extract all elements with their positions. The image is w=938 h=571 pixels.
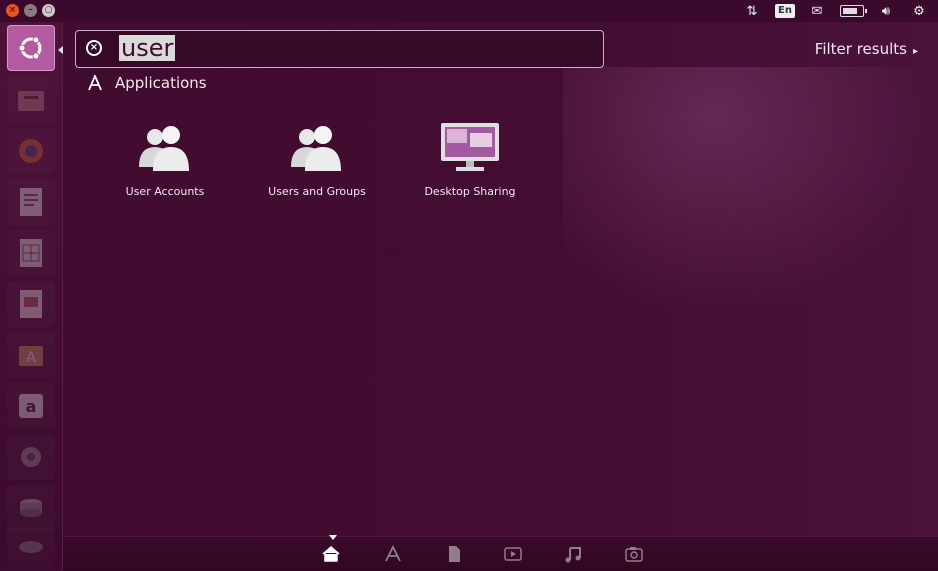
battery-shape <box>840 5 867 17</box>
language-label: En <box>775 4 795 18</box>
svg-text:a: a <box>26 397 37 416</box>
maximize-window-button[interactable]: ○ <box>42 4 55 17</box>
amazon-icon[interactable]: a <box>7 383 55 429</box>
result-users-and-groups[interactable]: Users and Groups <box>242 117 392 198</box>
desktop-sharing-icon <box>441 123 499 171</box>
launcher: A a <box>0 22 63 570</box>
applications-category-icon <box>88 75 102 91</box>
music-lens-icon[interactable] <box>564 545 582 563</box>
result-label: Users and Groups <box>268 185 366 198</box>
video-lens-icon[interactable] <box>504 545 522 563</box>
chevron-right-icon: ▸ <box>912 46 918 57</box>
lens-bar <box>63 535 938 571</box>
dash-glow <box>563 67 938 317</box>
photos-lens-icon[interactable] <box>625 545 643 563</box>
active-lens-indicator-icon <box>329 535 337 540</box>
svg-text:A: A <box>26 350 36 366</box>
ubuntu-logo-icon <box>18 36 42 60</box>
result-desktop-sharing[interactable]: Desktop Sharing <box>395 117 545 198</box>
users-icon <box>139 126 189 171</box>
software-center-icon[interactable]: A <box>7 332 55 378</box>
applications-lens-icon[interactable] <box>384 545 402 563</box>
gear-icon[interactable]: ⚙ <box>909 3 929 19</box>
home-lens-icon[interactable] <box>322 545 340 563</box>
filter-results-button[interactable]: Filter results ▸ <box>815 40 918 58</box>
mail-icon[interactable]: ✉ <box>807 3 827 19</box>
firefox-icon[interactable] <box>7 128 55 174</box>
settings-icon[interactable] <box>7 434 55 480</box>
applications-section-header: Applications <box>87 74 207 92</box>
result-user-accounts[interactable]: User Accounts <box>90 117 240 198</box>
search-input[interactable]: × user <box>75 30 604 68</box>
result-label: User Accounts <box>125 185 205 198</box>
calc-icon[interactable] <box>7 230 55 276</box>
clear-search-icon[interactable]: × <box>86 40 102 56</box>
top-panel: × – ○ ⇅ En ✉ 🔊︎ ⚙ <box>0 0 938 23</box>
dash-panel: × user Filter results ▸ Applications User… <box>63 22 938 570</box>
disks-icon[interactable] <box>7 485 55 531</box>
writer-icon[interactable] <box>7 179 55 225</box>
close-window-button[interactable]: × <box>6 4 19 17</box>
ubuntu-logo-button[interactable] <box>7 25 55 71</box>
language-indicator[interactable]: En <box>773 3 797 19</box>
section-title: Applications <box>115 74 207 92</box>
filter-results-label: Filter results <box>814 40 907 58</box>
search-query[interactable]: user <box>119 35 176 61</box>
files-icon[interactable] <box>7 77 55 123</box>
minimize-window-button[interactable]: – <box>24 4 37 17</box>
files-lens-icon[interactable] <box>445 545 463 563</box>
battery-icon[interactable] <box>837 3 867 19</box>
trash-icon[interactable] <box>7 527 55 567</box>
users-icon <box>291 126 341 171</box>
impress-icon[interactable] <box>7 281 55 327</box>
result-label: Desktop Sharing <box>424 185 516 198</box>
network-icon[interactable]: ⇅ <box>742 3 762 19</box>
volume-icon[interactable]: 🔊︎ <box>875 3 897 19</box>
